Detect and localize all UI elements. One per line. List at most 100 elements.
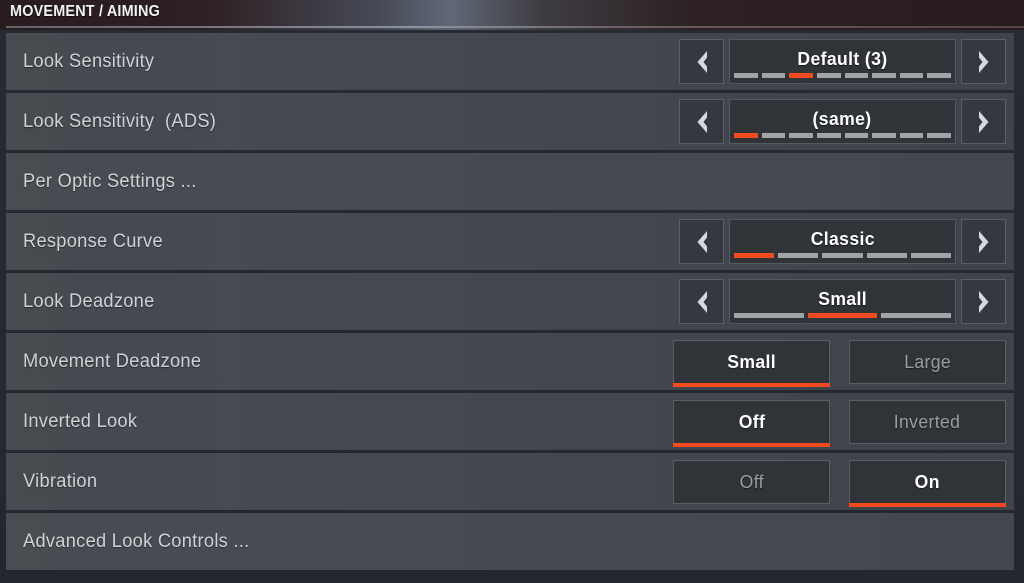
slider-segment[interactable] [899, 73, 924, 78]
toggle-option-off[interactable]: Off [673, 459, 830, 504]
settings-row-per-optic-settings[interactable]: Per Optic Settings ... [6, 153, 1014, 210]
toggle-option-large[interactable]: Large [849, 339, 1006, 384]
row-control: Off On [673, 453, 1006, 510]
slider-segment[interactable] [734, 313, 804, 318]
toggle-option-label: On [914, 470, 941, 492]
chevron-right-icon [973, 289, 995, 315]
slider-segment-active[interactable] [807, 313, 878, 318]
slider-segment[interactable] [881, 313, 952, 318]
slider-segments [734, 73, 951, 78]
slider-segment-active[interactable] [734, 133, 758, 138]
settings-row-look-deadzone[interactable]: Look Deadzone Small [6, 273, 1014, 330]
toggle-option-label: Inverted [894, 410, 961, 432]
slider-segment-active[interactable] [734, 253, 775, 258]
toggle-group-inverted-look: Off Inverted [673, 399, 1006, 447]
increment-button[interactable] [961, 99, 1006, 144]
slider-track[interactable]: (same) [729, 99, 956, 144]
slider-segment[interactable] [844, 133, 869, 138]
slider-track[interactable]: Default (3) [729, 39, 956, 84]
slider-value: Default (3) [797, 48, 888, 69]
slider-segment[interactable] [872, 73, 896, 78]
settings-row-look-sensitivity-ads[interactable]: Look Sensitivity (ADS) (same) [6, 93, 1014, 150]
row-label: Response Curve [23, 230, 163, 252]
slider-segment[interactable] [899, 133, 924, 138]
row-control: Small Large [673, 333, 1006, 390]
section-header: MOVEMENT / AIMING [0, 0, 1024, 30]
row-label: Look Sensitivity (ADS) [23, 110, 217, 132]
slider-segment[interactable] [761, 73, 786, 78]
header-divider [6, 26, 1024, 28]
slider-track[interactable]: Classic [729, 219, 956, 264]
chevron-right-icon [973, 49, 995, 75]
settings-list: Look Sensitivity Default (3) Look Sensitiv… [0, 33, 1024, 583]
stepper-look-sensitivity-ads: (same) [679, 99, 1006, 144]
page-title: MOVEMENT / AIMING [10, 3, 160, 20]
row-control: Off Inverted [673, 393, 1006, 450]
increment-button[interactable] [961, 279, 1006, 324]
settings-row-vibration[interactable]: Vibration Off On [6, 453, 1014, 510]
toggle-option-off[interactable]: Off [673, 399, 830, 447]
slider-segment[interactable] [844, 73, 869, 78]
toggle-option-inverted[interactable]: Inverted [849, 399, 1006, 444]
chevron-right-icon [973, 109, 995, 135]
chevron-left-icon [691, 289, 713, 315]
slider-segment[interactable] [789, 133, 813, 138]
row-label: Inverted Look [23, 410, 138, 432]
slider-segment[interactable] [816, 73, 841, 78]
row-label: Look Sensitivity [23, 50, 155, 72]
row-control: (same) [679, 93, 1006, 150]
row-label: Per Optic Settings ... [23, 170, 197, 192]
slider-value: Classic [810, 228, 875, 249]
settings-row-look-sensitivity[interactable]: Look Sensitivity Default (3) [6, 33, 1014, 90]
row-label: Look Deadzone [23, 290, 155, 312]
increment-button[interactable] [961, 219, 1006, 264]
slider-segment[interactable] [927, 73, 951, 78]
toggle-group-movement-deadzone: Small Large [673, 339, 1006, 387]
slider-segments [734, 133, 951, 138]
slider-segments [734, 253, 952, 258]
settings-row-response-curve[interactable]: Response Curve Classic [6, 213, 1014, 270]
row-control: Default (3) [679, 33, 1006, 90]
slider-segment[interactable] [872, 133, 896, 138]
chevron-right-icon [973, 229, 995, 255]
slider-value: (same) [813, 108, 872, 129]
settings-row-advanced-look-controls[interactable]: Advanced Look Controls ... [6, 513, 1014, 570]
slider-segment[interactable] [778, 253, 819, 258]
stepper-response-curve: Classic [679, 219, 1006, 264]
toggle-option-label: Large [904, 350, 951, 372]
chevron-left-icon [691, 229, 713, 255]
row-label: Vibration [23, 470, 98, 492]
slider-segment[interactable] [734, 73, 758, 78]
increment-button[interactable] [961, 39, 1006, 84]
toggle-option-label: Off [739, 470, 764, 492]
toggle-option-on[interactable]: On [849, 459, 1006, 507]
toggle-option-small[interactable]: Small [673, 339, 830, 387]
chevron-left-icon [691, 49, 713, 75]
stepper-look-deadzone: Small [679, 279, 1006, 324]
decrement-button[interactable] [679, 99, 724, 144]
chevron-left-icon [691, 109, 713, 135]
toggle-option-label: Small [727, 350, 776, 372]
stepper-look-sensitivity: Default (3) [679, 39, 1006, 84]
slider-value: Small [818, 288, 867, 309]
slider-track[interactable]: Small [729, 279, 956, 324]
slider-segment[interactable] [927, 133, 951, 138]
settings-row-inverted-look[interactable]: Inverted Look Off Inverted [6, 393, 1014, 450]
row-label: Movement Deadzone [23, 350, 202, 372]
slider-segment[interactable] [866, 253, 907, 258]
slider-segments [734, 313, 952, 318]
row-control: Small [679, 273, 1006, 330]
decrement-button[interactable] [679, 279, 724, 324]
row-label: Advanced Look Controls ... [23, 530, 250, 552]
decrement-button[interactable] [679, 219, 724, 264]
settings-row-movement-deadzone[interactable]: Movement Deadzone Small Large [6, 333, 1014, 390]
slider-segment[interactable] [822, 253, 863, 258]
toggle-option-label: Off [738, 410, 765, 432]
decrement-button[interactable] [679, 39, 724, 84]
slider-segment[interactable] [816, 133, 841, 138]
row-control: Classic [679, 213, 1006, 270]
slider-segment[interactable] [761, 133, 786, 138]
slider-segment[interactable] [910, 253, 952, 258]
slider-segment-active[interactable] [789, 73, 813, 78]
toggle-group-vibration: Off On [673, 459, 1006, 507]
